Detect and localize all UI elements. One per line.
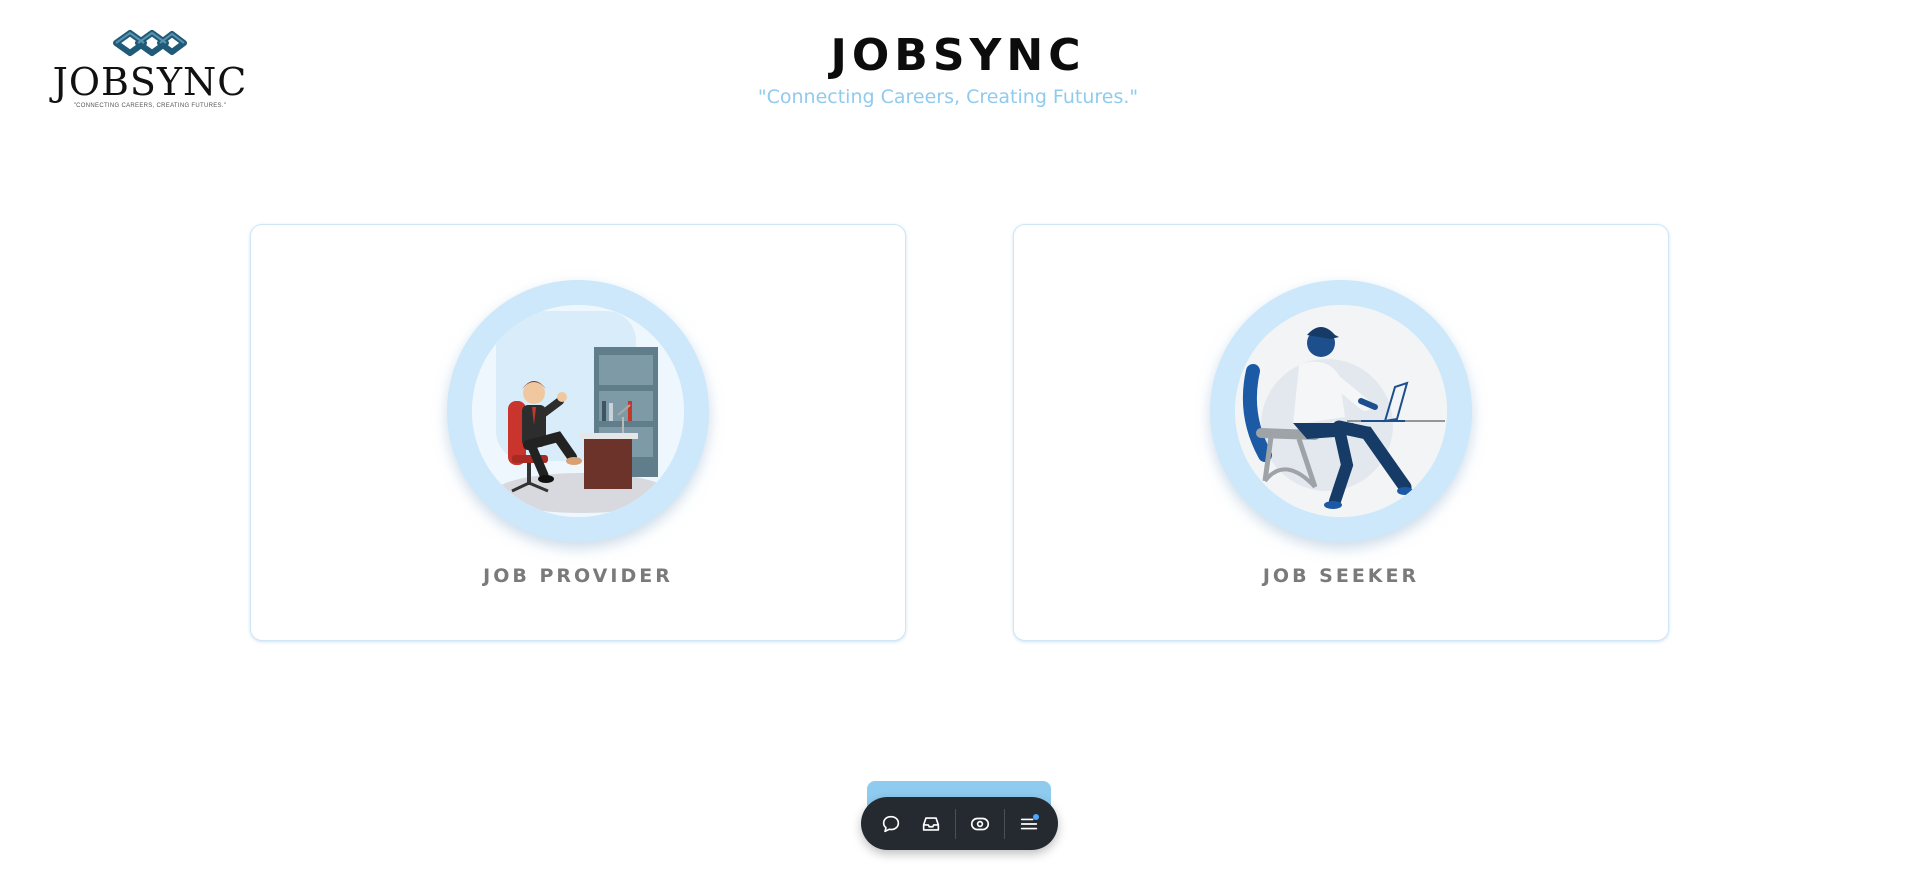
chat-icon [882,815,899,832]
job-seeker-avatar [1210,280,1472,542]
floating-toolbar [861,797,1058,850]
page-title: JOBSYNC [830,30,1086,81]
man-working-on-laptop-icon [1235,305,1447,517]
inbox-button[interactable] [911,804,951,844]
menu-button[interactable] [1009,804,1049,844]
landing-page: JOBSYNC "CONNECTING CAREERS, CREATING FU… [0,0,1916,877]
eye-icon [970,817,989,830]
notification-dot [1032,813,1039,820]
toolbar-divider [954,808,956,839]
toolbar-divider [1003,808,1005,839]
job-provider-avatar [447,280,709,542]
page-header: JOBSYNC "Connecting Careers, Creating Fu… [0,30,1916,108]
job-seeker-card[interactable]: JOB SEEKER [1013,224,1669,641]
inbox-icon [922,816,939,831]
chat-button[interactable] [871,804,911,844]
job-seeker-label: JOB SEEKER [1262,565,1420,587]
job-provider-card[interactable]: JOB PROVIDER [250,224,906,641]
businessman-at-desk-icon [472,305,684,517]
visibility-button[interactable] [960,804,1000,844]
job-provider-label: JOB PROVIDER [483,565,673,587]
page-tagline: "Connecting Careers, Creating Futures." [757,86,1139,108]
